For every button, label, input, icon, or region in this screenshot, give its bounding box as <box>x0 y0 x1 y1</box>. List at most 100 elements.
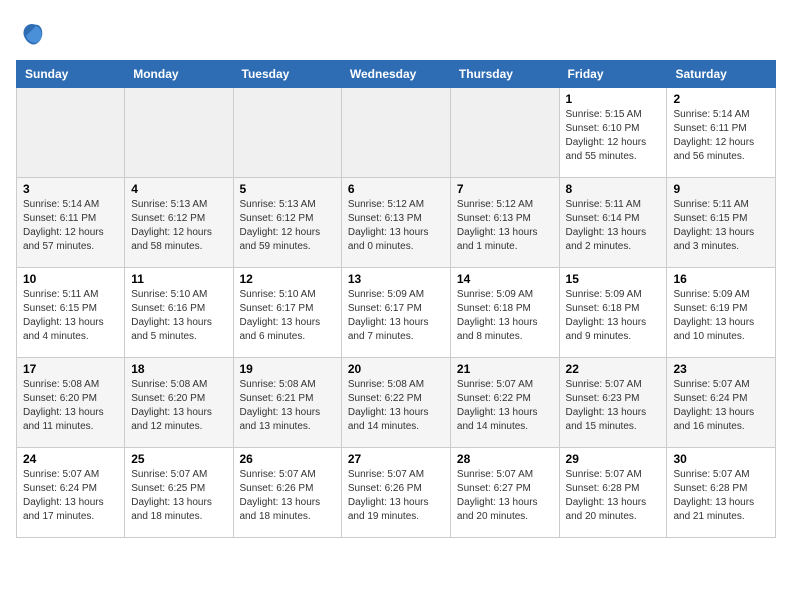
calendar-cell: 20Sunrise: 5:08 AM Sunset: 6:22 PM Dayli… <box>341 358 450 448</box>
day-number: 12 <box>240 272 335 286</box>
day-number: 9 <box>673 182 769 196</box>
calendar-week: 10 Sunrise: 5:11 AM Sunset: 6:15 PM Dayli… <box>17 268 776 358</box>
day-number: 20 <box>348 362 444 376</box>
day-info: Sunrise: 5:10 AM Sunset: 6:17 PM Dayligh… <box>240 288 335 344</box>
calendar-cell <box>17 88 125 178</box>
day-info: Sunrise: 5:08 AM Sunset: 6:20 PM Dayligh… <box>23 378 118 434</box>
day-number: 15 <box>566 272 661 286</box>
day-number: 25 <box>131 452 226 466</box>
day-number: 18 <box>131 362 226 376</box>
day-number: 1 <box>566 92 661 106</box>
calendar-cell <box>125 88 233 178</box>
calendar-cell: 15 Sunrise: 5:09 AM Sunset: 6:18 PM Dayli… <box>559 268 667 358</box>
calendar-cell: 8 Sunrise: 5:11 AM Sunset: 6:14 PM Daylig… <box>559 178 667 268</box>
calendar-body: 1 Sunrise: 5:15 AM Sunset: 6:10 PM Daylig… <box>17 88 776 538</box>
calendar-cell <box>233 88 341 178</box>
calendar-cell: 24 Sunrise: 5:07 AM Sunset: 6:24 PM Dayli… <box>17 448 125 538</box>
day-info: Sunrise: 5:09 AM Sunset: 6:18 PM Dayligh… <box>566 288 661 344</box>
day-info: Sunrise: 5:07 AM Sunset: 6:28 PM Dayligh… <box>673 468 769 524</box>
day-info: Sunrise: 5:07 AM Sunset: 6:26 PM Dayligh… <box>240 468 335 524</box>
day-info: Sunrise: 5:08 AM Sunset: 6:21 PM Dayligh… <box>240 378 335 434</box>
header <box>16 16 776 52</box>
day-info: Sunrise: 5:07 AM Sunset: 6:24 PM Dayligh… <box>23 468 118 524</box>
calendar-week: 1 Sunrise: 5:15 AM Sunset: 6:10 PM Daylig… <box>17 88 776 178</box>
calendar-cell: 3 Sunrise: 5:14 AM Sunset: 6:11 PM Daylig… <box>17 178 125 268</box>
day-info: Sunrise: 5:09 AM Sunset: 6:18 PM Dayligh… <box>457 288 553 344</box>
day-number: 8 <box>566 182 661 196</box>
day-info: Sunrise: 5:11 AM Sunset: 6:14 PM Dayligh… <box>566 198 661 254</box>
calendar-cell: 5Sunrise: 5:13 AM Sunset: 6:12 PM Daylig… <box>233 178 341 268</box>
day-number: 10 <box>23 272 118 286</box>
calendar-cell: 16Sunrise: 5:09 AM Sunset: 6:19 PM Dayli… <box>667 268 776 358</box>
day-info: Sunrise: 5:14 AM Sunset: 6:11 PM Dayligh… <box>23 198 118 254</box>
calendar-cell: 2 Sunrise: 5:14 AM Sunset: 6:11 PM Daylig… <box>667 88 776 178</box>
calendar-cell: 1 Sunrise: 5:15 AM Sunset: 6:10 PM Daylig… <box>559 88 667 178</box>
calendar-week: 17 Sunrise: 5:08 AM Sunset: 6:20 PM Dayli… <box>17 358 776 448</box>
day-info: Sunrise: 5:07 AM Sunset: 6:23 PM Dayligh… <box>566 378 661 434</box>
calendar-cell: 18 Sunrise: 5:08 AM Sunset: 6:20 PM Dayli… <box>125 358 233 448</box>
calendar: SundayMondayTuesdayWednesdayThursdayFrid… <box>16 60 776 538</box>
day-info: Sunrise: 5:07 AM Sunset: 6:22 PM Dayligh… <box>457 378 553 434</box>
day-number: 23 <box>673 362 769 376</box>
calendar-cell: 4 Sunrise: 5:13 AM Sunset: 6:12 PM Daylig… <box>125 178 233 268</box>
calendar-cell: 17 Sunrise: 5:08 AM Sunset: 6:20 PM Dayli… <box>17 358 125 448</box>
day-number: 24 <box>23 452 118 466</box>
day-number: 17 <box>23 362 118 376</box>
day-number: 30 <box>673 452 769 466</box>
day-info: Sunrise: 5:09 AM Sunset: 6:17 PM Dayligh… <box>348 288 444 344</box>
day-number: 29 <box>566 452 661 466</box>
weekday-header: Sunday <box>17 61 125 88</box>
day-info: Sunrise: 5:12 AM Sunset: 6:13 PM Dayligh… <box>457 198 553 254</box>
weekday-header: Saturday <box>667 61 776 88</box>
day-number: 2 <box>673 92 769 106</box>
day-info: Sunrise: 5:12 AM Sunset: 6:13 PM Dayligh… <box>348 198 444 254</box>
day-info: Sunrise: 5:07 AM Sunset: 6:24 PM Dayligh… <box>673 378 769 434</box>
weekday-header: Wednesday <box>341 61 450 88</box>
day-number: 6 <box>348 182 444 196</box>
calendar-cell <box>450 88 559 178</box>
calendar-cell: 13Sunrise: 5:09 AM Sunset: 6:17 PM Dayli… <box>341 268 450 358</box>
calendar-cell: 12 Sunrise: 5:10 AM Sunset: 6:17 PM Dayli… <box>233 268 341 358</box>
calendar-week: 24 Sunrise: 5:07 AM Sunset: 6:24 PM Dayli… <box>17 448 776 538</box>
calendar-cell: 9Sunrise: 5:11 AM Sunset: 6:15 PM Daylig… <box>667 178 776 268</box>
calendar-cell: 25 Sunrise: 5:07 AM Sunset: 6:25 PM Dayli… <box>125 448 233 538</box>
day-number: 26 <box>240 452 335 466</box>
calendar-cell: 27 Sunrise: 5:07 AM Sunset: 6:26 PM Dayli… <box>341 448 450 538</box>
day-number: 3 <box>23 182 118 196</box>
day-info: Sunrise: 5:11 AM Sunset: 6:15 PM Dayligh… <box>23 288 118 344</box>
calendar-cell: 19 Sunrise: 5:08 AM Sunset: 6:21 PM Dayli… <box>233 358 341 448</box>
calendar-cell: 14 Sunrise: 5:09 AM Sunset: 6:18 PM Dayli… <box>450 268 559 358</box>
weekday-header: Tuesday <box>233 61 341 88</box>
calendar-cell: 6 Sunrise: 5:12 AM Sunset: 6:13 PM Daylig… <box>341 178 450 268</box>
day-number: 7 <box>457 182 553 196</box>
day-number: 19 <box>240 362 335 376</box>
day-number: 4 <box>131 182 226 196</box>
day-info: Sunrise: 5:07 AM Sunset: 6:26 PM Dayligh… <box>348 468 444 524</box>
day-info: Sunrise: 5:07 AM Sunset: 6:27 PM Dayligh… <box>457 468 553 524</box>
day-info: Sunrise: 5:10 AM Sunset: 6:16 PM Dayligh… <box>131 288 226 344</box>
day-number: 16 <box>673 272 769 286</box>
weekday-header: Thursday <box>450 61 559 88</box>
day-number: 21 <box>457 362 553 376</box>
calendar-cell: 26 Sunrise: 5:07 AM Sunset: 6:26 PM Dayli… <box>233 448 341 538</box>
calendar-cell: 22 Sunrise: 5:07 AM Sunset: 6:23 PM Dayli… <box>559 358 667 448</box>
calendar-header: SundayMondayTuesdayWednesdayThursdayFrid… <box>17 61 776 88</box>
calendar-cell: 21 Sunrise: 5:07 AM Sunset: 6:22 PM Dayli… <box>450 358 559 448</box>
day-number: 22 <box>566 362 661 376</box>
day-info: Sunrise: 5:13 AM Sunset: 6:12 PM Dayligh… <box>131 198 226 254</box>
day-number: 11 <box>131 272 226 286</box>
day-info: Sunrise: 5:07 AM Sunset: 6:25 PM Dayligh… <box>131 468 226 524</box>
day-info: Sunrise: 5:14 AM Sunset: 6:11 PM Dayligh… <box>673 108 769 164</box>
calendar-cell: 28Sunrise: 5:07 AM Sunset: 6:27 PM Dayli… <box>450 448 559 538</box>
day-number: 27 <box>348 452 444 466</box>
weekday-header: Monday <box>125 61 233 88</box>
calendar-cell: 10 Sunrise: 5:11 AM Sunset: 6:15 PM Dayli… <box>17 268 125 358</box>
calendar-cell: 11 Sunrise: 5:10 AM Sunset: 6:16 PM Dayli… <box>125 268 233 358</box>
calendar-cell: 30 Sunrise: 5:07 AM Sunset: 6:28 PM Dayli… <box>667 448 776 538</box>
logo-icon <box>16 20 48 52</box>
day-info: Sunrise: 5:15 AM Sunset: 6:10 PM Dayligh… <box>566 108 661 164</box>
day-info: Sunrise: 5:08 AM Sunset: 6:20 PM Dayligh… <box>131 378 226 434</box>
day-number: 14 <box>457 272 553 286</box>
day-number: 5 <box>240 182 335 196</box>
calendar-cell: 29Sunrise: 5:07 AM Sunset: 6:28 PM Dayli… <box>559 448 667 538</box>
